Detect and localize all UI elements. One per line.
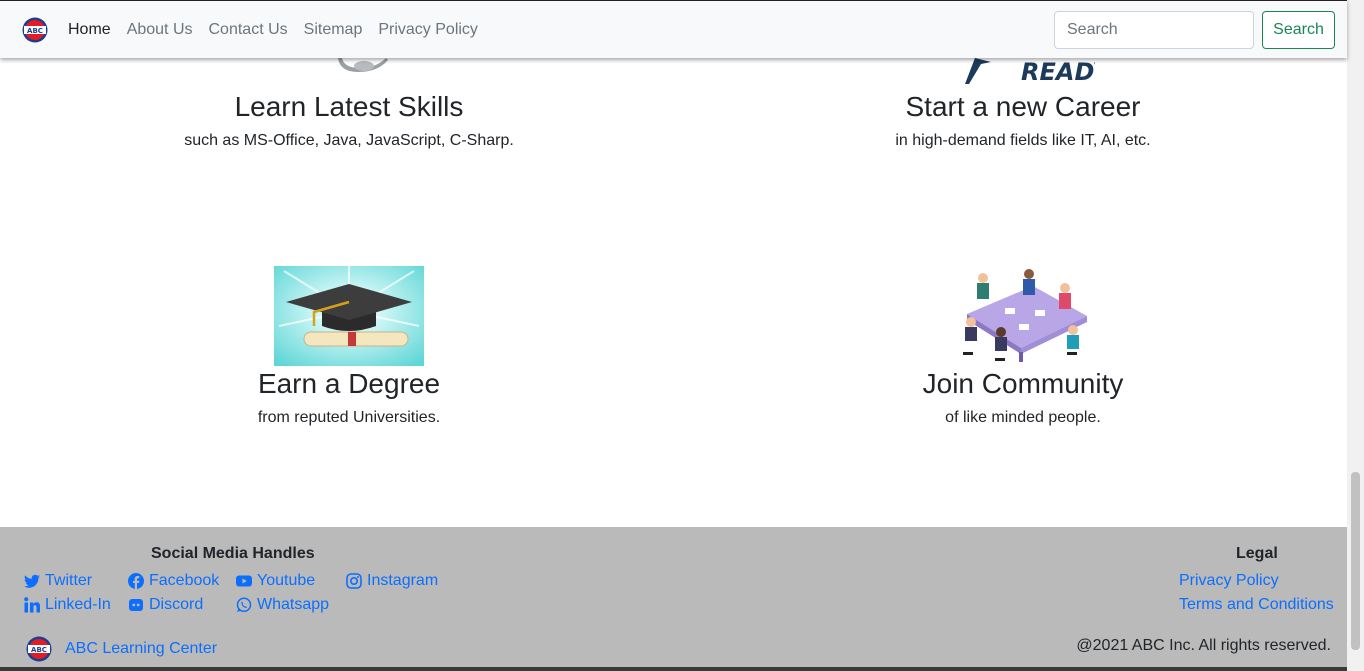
search-input[interactable] (1054, 11, 1254, 49)
whatsapp-icon (236, 597, 252, 613)
scrollbar-thumb[interactable] (1351, 472, 1360, 650)
nav-links: Home About Us Contact Us Sitemap Privacy… (68, 19, 494, 41)
linkedin-label: Linked-In (45, 596, 111, 613)
nav-privacy-policy[interactable]: Privacy Policy (378, 19, 478, 41)
feature-new-career: Start a new Career in high-demand fields… (686, 90, 1360, 151)
svg-text:READY: READY (1021, 58, 1095, 86)
twitter-icon (24, 574, 40, 588)
window-bottom-edge (0, 667, 1347, 671)
twitter-link[interactable]: Twitter (24, 572, 92, 590)
youtube-icon (236, 575, 252, 587)
youtube-link[interactable]: Youtube (236, 572, 315, 590)
nav-about-us[interactable]: About Us (127, 19, 193, 41)
feature-description: from reputed Universities. (257, 409, 441, 426)
social-heading: Social Media Handles (151, 545, 315, 562)
svg-text:ABC: ABC (31, 646, 47, 654)
copyright-text: @2021 ABC Inc. All rights reserved. (1076, 637, 1331, 654)
feature-earn-degree: Earn a Degree from reputed Universities. (12, 367, 686, 428)
discord-label: Discord (149, 596, 204, 613)
nav-sitemap[interactable]: Sitemap (304, 19, 363, 41)
twitter-label: Twitter (45, 572, 93, 589)
footer-brand-label: ABC Learning Center (65, 640, 218, 657)
youtube-label: Youtube (257, 572, 316, 589)
linkedin-icon (24, 597, 40, 613)
abc-logo-icon[interactable]: ABC (22, 17, 48, 43)
discord-icon (129, 599, 143, 611)
instagram-icon (346, 573, 362, 589)
nav-contact-us[interactable]: Contact Us (209, 19, 288, 41)
footer-brand-link[interactable]: ABC ABC Learning Center (26, 636, 217, 662)
privacy-policy-link[interactable]: Privacy Policy (1179, 572, 1279, 590)
feature-title: Earn a Degree (257, 368, 441, 399)
svg-text:ABC: ABC (27, 27, 43, 35)
feature-join-community: Join Community of like minded people. (686, 367, 1360, 428)
facebook-link[interactable]: Facebook (128, 572, 219, 590)
search-button[interactable]: Search (1262, 11, 1335, 49)
feature-description: in high-demand fields like IT, AI, etc. (895, 132, 1151, 149)
whatsapp-label: Whatsapp (257, 596, 330, 613)
graduation-cap-image (274, 266, 424, 366)
feature-description: such as MS-Office, Java, JavaScript, C-S… (184, 132, 514, 149)
instagram-label: Instagram (367, 572, 439, 589)
feature-title: Start a new Career (905, 91, 1141, 122)
whatsapp-link[interactable]: Whatsapp (236, 596, 329, 614)
feature-description: of like minded people. (945, 409, 1101, 426)
nav-home[interactable]: Home (68, 19, 111, 41)
abc-logo-icon: ABC (26, 636, 52, 662)
career-ready-image: READY (965, 58, 1095, 86)
legal-heading: Legal (1236, 545, 1278, 562)
community-meeting-image (963, 269, 1087, 362)
linkedin-link[interactable]: Linked-In (24, 596, 111, 614)
discord-link[interactable]: Discord (128, 596, 203, 614)
feature-learn-skills: Learn Latest Skills such as MS-Office, J… (12, 90, 686, 151)
navbar: ABC Home About Us Contact Us Sitemap Pri… (0, 0, 1347, 58)
feature-title: Join Community (922, 368, 1124, 399)
instagram-link[interactable]: Instagram (346, 572, 438, 590)
vertical-scrollbar[interactable] (1347, 0, 1364, 671)
facebook-label: Facebook (149, 572, 220, 589)
feature-title: Learn Latest Skills (234, 91, 464, 122)
skills-image (338, 58, 388, 72)
terms-link[interactable]: Terms and Conditions (1179, 596, 1334, 614)
facebook-icon (128, 573, 144, 589)
footer: Social Media Handles Legal Twitter Faceb… (0, 527, 1347, 671)
